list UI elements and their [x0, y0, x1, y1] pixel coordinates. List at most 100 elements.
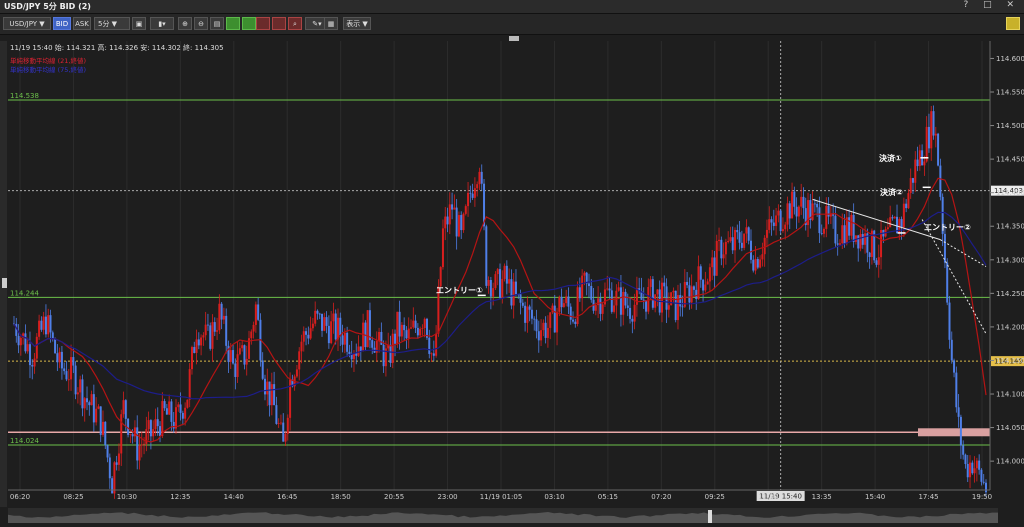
candle-body: [391, 333, 394, 363]
candle-body: [113, 462, 116, 494]
candle-body: [838, 243, 841, 245]
candle-body: [478, 171, 481, 185]
candle-body: [325, 317, 328, 326]
candle-body: [405, 330, 408, 339]
candle-body: [496, 269, 499, 275]
candle-body: [959, 416, 962, 446]
candle-body: [980, 469, 983, 482]
candle-body: [106, 445, 109, 458]
candle-body: [186, 399, 189, 408]
candle-body: [175, 407, 177, 429]
candle-body: [937, 133, 940, 166]
candle-body: [558, 296, 561, 312]
candle-body: [416, 327, 419, 336]
candle-body: [206, 324, 209, 326]
candle-body: [619, 287, 622, 315]
candle-body: [633, 304, 636, 322]
candle-body: [599, 298, 602, 314]
candle-body: [195, 339, 198, 353]
candle-body: [444, 216, 447, 229]
candle-body: [932, 111, 935, 136]
level-label: 114.244: [10, 289, 39, 297]
candle-body: [626, 305, 629, 308]
candle-body: [565, 296, 568, 304]
candle-body: [460, 215, 463, 231]
candle-body: [332, 313, 335, 322]
candle-body: [414, 320, 417, 328]
candle-body: [172, 421, 175, 429]
candle-body: [934, 133, 937, 136]
candle-body: [715, 240, 718, 276]
candle-body: [193, 347, 196, 353]
candle-body: [254, 304, 257, 325]
candle-body: [161, 401, 164, 436]
candle-body: [346, 332, 349, 352]
candle-body: [295, 369, 298, 377]
candle-body: [576, 287, 579, 325]
candle-body: [469, 192, 472, 194]
candle-body: [220, 303, 223, 320]
candle-body: [816, 203, 819, 208]
candle-body: [241, 345, 244, 349]
candle-body: [311, 323, 314, 329]
candle-body: [156, 419, 159, 427]
candle-body: [209, 325, 212, 349]
candle-body: [813, 203, 816, 205]
candle-body: [795, 206, 798, 217]
candle-body: [781, 229, 784, 232]
candle-body: [663, 282, 666, 287]
candle-body: [848, 217, 851, 236]
candle-body: [690, 286, 693, 303]
candle-body: [736, 230, 739, 233]
candle-body: [514, 281, 517, 295]
candle-body: [560, 296, 563, 308]
candle-body: [40, 320, 43, 330]
candle-body: [562, 303, 565, 308]
x-tick-label: 14:40: [224, 493, 244, 501]
candle-body: [270, 384, 273, 406]
x-tick-label: 09:25: [705, 493, 725, 501]
y-tick-label: 114.400: [996, 189, 1024, 197]
y-tick-label: 114.100: [996, 391, 1024, 399]
candle-body: [120, 414, 123, 454]
candle-body: [184, 407, 187, 419]
candle-body: [512, 281, 515, 306]
candle-body: [357, 346, 360, 356]
candle-body: [441, 228, 444, 268]
candle-body: [101, 421, 104, 435]
candle-body: [567, 296, 570, 307]
candle-body: [190, 347, 193, 370]
candle-body: [453, 207, 456, 210]
x-tick-label: 11:30: [758, 493, 778, 501]
candle-body: [439, 267, 442, 287]
candle-body: [720, 239, 723, 259]
candle-body: [973, 468, 976, 474]
x-tick-label: 15:40: [865, 493, 885, 501]
candle-body: [656, 289, 659, 295]
candle-body: [284, 433, 287, 442]
candle-body: [58, 351, 61, 363]
candle-body: [111, 478, 114, 494]
candle-body: [886, 227, 889, 230]
price-chart[interactable]: 114.538114.244114.024114.149114.40311/19…: [0, 0, 1024, 521]
candle-body: [747, 227, 750, 241]
candle-body: [923, 161, 926, 166]
candle-body: [464, 206, 467, 214]
candle-body: [232, 350, 235, 364]
candle-body: [218, 303, 221, 331]
candle-body: [149, 420, 152, 437]
candle-body: [446, 216, 449, 225]
x-tick-label: 07:20: [651, 493, 671, 501]
candle-body: [825, 205, 828, 229]
candle-body: [305, 331, 308, 335]
alert-tag: [918, 428, 990, 437]
candle-body: [606, 288, 609, 290]
candle-body: [982, 481, 985, 483]
candle-body: [891, 217, 894, 219]
candle-body: [572, 319, 575, 322]
candle-body: [524, 305, 527, 323]
ohlc-readout: 11/19 15:40 始: 114.321 高: 114.326 安: 114…: [10, 44, 224, 52]
candle-body: [916, 159, 919, 167]
timeline-scroller[interactable]: [8, 508, 998, 523]
candle-body: [875, 260, 878, 265]
